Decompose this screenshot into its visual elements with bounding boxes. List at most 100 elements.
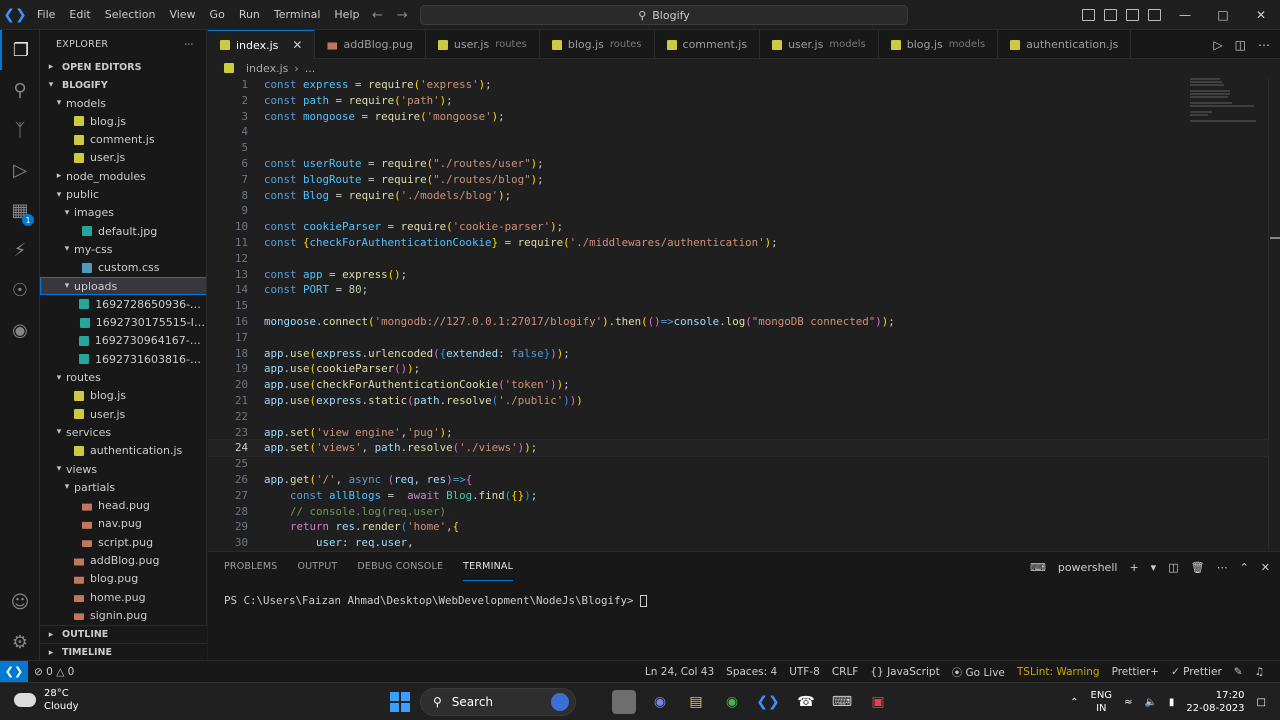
taskbar-search[interactable]: ⚲ Search [420,688,576,716]
code-line[interactable]: 17 [208,330,1268,346]
code-line[interactable]: 28 // console.log(req.user) [208,504,1268,520]
language-indicator[interactable]: ENG IN [1091,689,1113,715]
editor-tab[interactable]: user.js routes [426,30,540,59]
line-ending[interactable]: CRLF [826,666,865,678]
tree-folder[interactable]: ▾ views [40,460,206,478]
problems-status[interactable]: ⊘ 0 △ 0 [28,666,80,678]
panel-tab-terminal[interactable]: TERMINAL [463,554,514,581]
code-line[interactable]: 22 [208,409,1268,425]
editor-tab[interactable]: addBlog.pug [315,30,426,59]
file-explorer-icon[interactable]: ▤ [684,690,708,714]
tree-file[interactable]: user.js [40,149,206,167]
code-line[interactable]: 18 app.use(express.urlencoded({extended: … [208,346,1268,362]
code-line[interactable]: 30 user: req.user, [208,535,1268,550]
vscode-taskbar-icon[interactable]: ❮❯ [756,690,780,714]
tree-file[interactable]: comment.js [40,131,206,149]
tree-file[interactable]: signin.pug [40,606,206,624]
code-line[interactable]: 23 app.set('view engine','pug'); [208,425,1268,441]
tree-file[interactable]: blog.js [40,387,206,405]
tree-file[interactable]: 1692730964167-machin... [40,332,206,350]
tree-folder[interactable]: ▾ public [40,186,206,204]
tree-file[interactable]: 1692731603816-Data-S... [40,350,206,368]
code-line[interactable]: 14 const PORT = 80; [208,282,1268,298]
more-actions-icon[interactable]: ⋯ [1258,38,1270,52]
maximize-panel-icon[interactable]: ⌃ [1240,561,1249,574]
panel-tab-problems[interactable]: PROBLEMS [224,552,277,582]
tree-file[interactable]: blog.js [40,112,206,130]
terminal-taskbar-icon[interactable]: ⌨ [830,690,854,714]
code-line[interactable]: 5 [208,140,1268,156]
teams-chat-icon[interactable]: ◉ [648,690,672,714]
outline-section[interactable]: ▸ OUTLINE [40,625,207,643]
language-mode[interactable]: {} JavaScript [864,666,945,678]
git-graph-icon[interactable]: ☉ [0,270,40,310]
code-line[interactable]: 16 mongoose.connect('mongodb://127.0.0.1:… [208,314,1268,330]
code-line[interactable]: 19 app.use(cookieParser()); [208,361,1268,377]
code-line[interactable]: 15 [208,298,1268,314]
code-line[interactable]: 12 [208,251,1268,267]
menu-selection[interactable]: Selection [98,0,163,30]
close-window-icon[interactable]: ✕ [1242,0,1280,30]
remote-indicator-icon[interactable]: ❮❯ [0,660,28,683]
chevron-down-icon[interactable]: ▾ [1151,561,1157,574]
toggle-secondary-sidebar-icon[interactable] [1126,9,1139,21]
tree-file[interactable]: home.pug [40,588,206,606]
command-center[interactable]: ⚲ Blogify [420,5,908,25]
menu-view[interactable]: View [162,0,202,30]
code-line[interactable]: 20 app.use(checkForAuthenticationCookie('… [208,377,1268,393]
menu-help[interactable]: Help [327,0,366,30]
source-control-icon[interactable]: ᛉ [0,110,40,150]
encoding[interactable]: UTF-8 [783,666,826,678]
customize-layout-icon[interactable] [1148,9,1161,21]
more-actions-icon[interactable]: ⋯ [1217,561,1228,574]
editor-scrollbar[interactable] [1268,77,1280,550]
go-live-button[interactable]: ⦿ Go Live [946,665,1011,680]
prettier-status[interactable]: ✓ Prettier [1165,666,1228,678]
code-line[interactable]: 21 app.use(express.static(path.resolve('.… [208,393,1268,409]
battery-icon[interactable]: ▮ [1169,697,1175,708]
code-line[interactable]: 10 const cookieParser = require('cookie-p… [208,219,1268,235]
tree-folder[interactable]: ▾ my-css [40,240,206,258]
tree-folder[interactable]: ▾ services [40,423,206,441]
tree-folder[interactable]: ▸ node_modules [40,167,206,185]
wifi-icon[interactable]: ≈ [1124,697,1132,708]
tree-file[interactable]: user.js [40,405,206,423]
tree-folder[interactable]: ▾ models [40,94,206,112]
code-line[interactable]: 4 [208,124,1268,140]
editor-tab[interactable]: user.js models [760,30,879,59]
split-editor-icon[interactable]: ◫ [1235,38,1246,52]
volume-icon[interactable]: 🔈 [1144,697,1156,708]
chrome-icon[interactable]: ◉ [720,690,744,714]
panel-tab-output[interactable]: OUTPUT [297,552,337,582]
tree-file[interactable]: authentication.js [40,442,206,460]
code-line[interactable]: 26 app.get('/', async (req, res)=>{ [208,472,1268,488]
clock[interactable]: 17:20 22-08-2023 [1186,689,1244,715]
tree-folder[interactable]: ▾ uploads [40,277,206,295]
run-debug-icon[interactable]: ▷ [0,150,40,190]
settings-gear-icon[interactable]: ⚙ [0,622,40,662]
code-line[interactable]: 25 [208,456,1268,472]
whatsapp-icon[interactable]: ☎ [794,690,818,714]
close-panel-icon[interactable]: ✕ [1261,561,1270,574]
tree-file[interactable]: head.pug [40,497,206,515]
windows-start-icon[interactable] [390,692,410,712]
split-terminal-icon[interactable]: ◫ [1168,561,1178,574]
menu-run[interactable]: Run [232,0,267,30]
back-arrow-icon[interactable]: ← [372,8,383,23]
code-line[interactable]: 1 const express = require('express'); [208,77,1268,93]
editor-tab[interactable]: index.js ✕ [208,30,316,59]
trash-icon[interactable]: 🗑 [1191,561,1205,574]
toggle-sidebar-icon[interactable] [1082,9,1095,21]
tree-file[interactable]: 1692730175515-IOT.jpg [40,314,206,332]
code-line[interactable]: 9 [208,203,1268,219]
feedback-icon[interactable]: ✎ [1228,666,1249,678]
explorer-icon[interactable]: ❐ [0,30,40,70]
menu-edit[interactable]: Edit [62,0,97,30]
forward-arrow-icon[interactable]: → [397,8,408,23]
indentation[interactable]: Spaces: 4 [720,666,783,678]
terminal-output[interactable]: PS C:\Users\Faizan Ahmad\Desktop\WebDeve… [224,594,648,607]
tree-file[interactable]: nav.pug [40,515,206,533]
code-line[interactable]: 2 const path = require('path'); [208,93,1268,109]
code-line[interactable]: 29 return res.render('home',{ [208,519,1268,535]
account-icon[interactable]: ☺ [0,582,40,622]
